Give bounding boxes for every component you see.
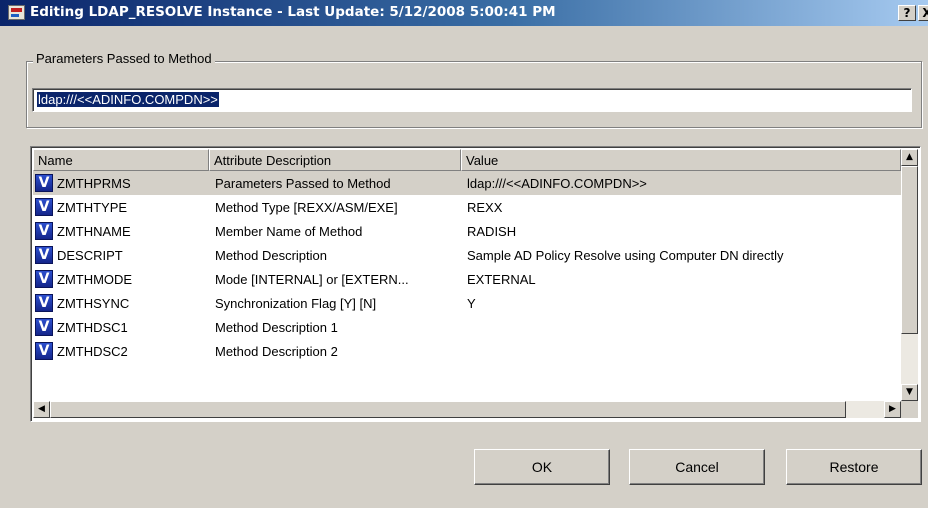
- row-name-cell: V ZMTHMODE: [33, 267, 209, 291]
- row-attribute-description: Method Type [REXX/ASM/EXE]: [215, 199, 398, 215]
- row-attribute-description: Method Description: [215, 247, 327, 263]
- list-rows: V ZMTHPRMS Parameters Passed to Method ld…: [33, 171, 901, 363]
- table-row[interactable]: V ZMTHMODE Mode [INTERNAL] or [EXTERN... …: [33, 267, 901, 291]
- table-row[interactable]: V ZMTHSYNC Synchronization Flag [Y] [N] Y: [33, 291, 901, 315]
- row-attribute-description: Synchronization Flag [Y] [N]: [215, 295, 377, 311]
- column-header-value[interactable]: Value: [461, 149, 901, 171]
- row-value: REXX: [467, 199, 503, 215]
- row-name-cell: V ZMTHDSC1: [33, 315, 209, 339]
- help-button[interactable]: ?: [898, 5, 916, 21]
- variable-icon: V: [35, 198, 53, 216]
- variable-icon: V: [35, 318, 53, 336]
- horizontal-scrollbar[interactable]: ◀ ▶: [33, 401, 901, 418]
- title-bar[interactable]: Editing LDAP_RESOLVE Instance - Last Upd…: [0, 0, 928, 26]
- row-value: Sample AD Policy Resolve using Computer …: [467, 247, 784, 263]
- row-name: ZMTHTYPE: [57, 199, 128, 215]
- column-header-name[interactable]: Name: [33, 149, 209, 171]
- table-row[interactable]: V ZMTHNAME Member Name of Method RADISH: [33, 219, 901, 243]
- scrollbar-corner: [901, 401, 918, 418]
- ok-button[interactable]: OK: [474, 449, 610, 485]
- row-attribute-description: Member Name of Method: [215, 223, 363, 239]
- row-attribute-description: Parameters Passed to Method: [215, 175, 391, 191]
- attribute-list[interactable]: Name Attribute Description Value V ZMTHPR…: [30, 146, 921, 422]
- close-button[interactable]: X: [918, 5, 928, 21]
- parameters-input-value: ldap:///<<ADINFO.COMPDN>>: [37, 92, 219, 107]
- table-row[interactable]: V ZMTHTYPE Method Type [REXX/ASM/EXE] REX…: [33, 195, 901, 219]
- variable-icon: V: [35, 342, 53, 360]
- row-value: EXTERNAL: [467, 271, 536, 287]
- variable-icon: V: [35, 174, 53, 192]
- scroll-left-icon[interactable]: ◀: [33, 401, 50, 418]
- row-value: [461, 315, 901, 339]
- variable-icon: V: [35, 222, 53, 240]
- restore-button[interactable]: Restore: [786, 449, 922, 485]
- scroll-right-icon[interactable]: ▶: [884, 401, 901, 418]
- variable-icon: V: [35, 270, 53, 288]
- row-name: ZMTHNAME: [57, 223, 131, 239]
- vertical-scrollbar[interactable]: ▲ ▼: [901, 149, 918, 401]
- dialog-window: Editing LDAP_RESOLVE Instance - Last Upd…: [0, 0, 928, 508]
- row-name-cell: V ZMTHTYPE: [33, 195, 209, 219]
- scroll-up-icon[interactable]: ▲: [901, 149, 918, 166]
- row-name: ZMTHMODE: [57, 271, 133, 287]
- row-value: [461, 339, 901, 363]
- row-name-cell: V ZMTHPRMS: [33, 171, 209, 195]
- row-name: ZMTHDSC1: [57, 319, 128, 335]
- window-title: Editing LDAP_RESOLVE Instance - Last Upd…: [30, 4, 556, 20]
- row-value: RADISH: [467, 223, 517, 239]
- row-value: Y: [467, 295, 476, 311]
- row-attribute-description: Mode [INTERNAL] or [EXTERN...: [215, 271, 409, 287]
- row-value: ldap:///<<ADINFO.COMPDN>>: [467, 175, 647, 191]
- list-header: Name Attribute Description Value: [33, 149, 901, 171]
- cancel-button[interactable]: Cancel: [629, 449, 765, 485]
- row-name: DESCRIPT: [57, 247, 123, 263]
- column-header-attribute-description[interactable]: Attribute Description: [209, 149, 461, 171]
- row-name: ZMTHSYNC: [57, 295, 130, 311]
- parameters-group-legend: Parameters Passed to Method: [33, 51, 215, 66]
- table-row[interactable]: V ZMTHPRMS Parameters Passed to Method ld…: [33, 171, 901, 195]
- row-attribute-description: Method Description 1: [215, 319, 338, 335]
- parameters-input[interactable]: ldap:///<<ADINFO.COMPDN>>: [32, 88, 912, 112]
- table-row[interactable]: V ZMTHDSC2 Method Description 2: [33, 339, 901, 363]
- row-attribute-description: Method Description 2: [215, 343, 338, 359]
- row-name-cell: V DESCRIPT: [33, 243, 209, 267]
- table-row[interactable]: V ZMTHDSC1 Method Description 1: [33, 315, 901, 339]
- variable-icon: V: [35, 246, 53, 264]
- vertical-scroll-thumb[interactable]: [901, 166, 918, 334]
- row-name: ZMTHDSC2: [57, 343, 128, 359]
- scroll-down-icon[interactable]: ▼: [901, 384, 918, 401]
- variable-icon: V: [35, 294, 53, 312]
- row-name-cell: V ZMTHNAME: [33, 219, 209, 243]
- row-name: ZMTHPRMS: [57, 175, 131, 191]
- table-row[interactable]: V DESCRIPT Method Description Sample AD P…: [33, 243, 901, 267]
- app-icon: [8, 5, 25, 20]
- row-name-cell: V ZMTHSYNC: [33, 291, 209, 315]
- horizontal-scroll-thumb[interactable]: [50, 401, 846, 418]
- row-name-cell: V ZMTHDSC2: [33, 339, 209, 363]
